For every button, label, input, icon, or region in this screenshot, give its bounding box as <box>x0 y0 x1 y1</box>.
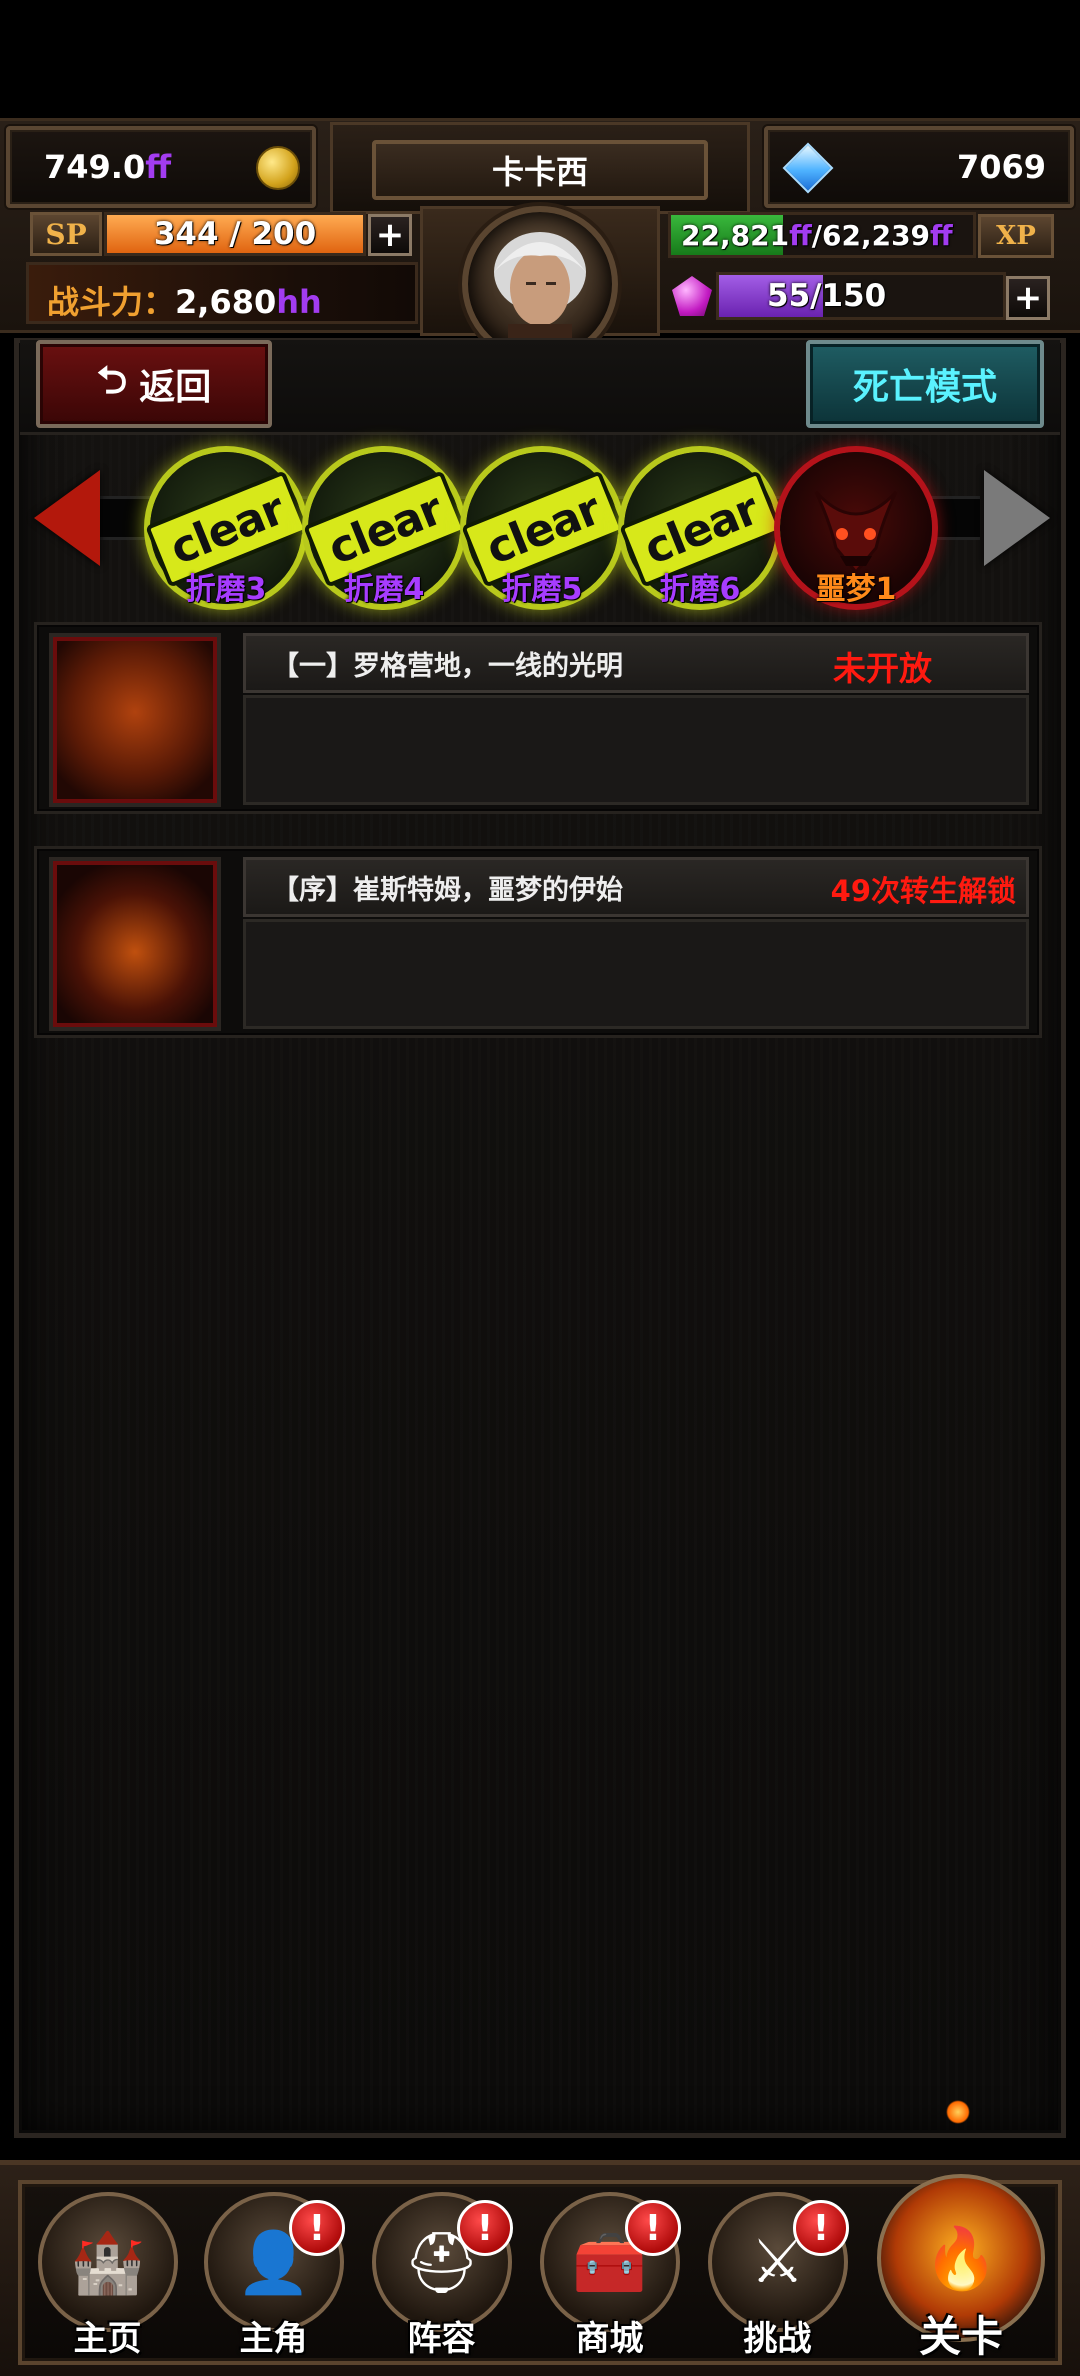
nav-item-5[interactable]: ⚔! 挑战 <box>700 2186 855 2366</box>
back-arrow-icon: ⮌ <box>96 357 128 402</box>
gem-bar: 55/150 <box>716 272 1006 320</box>
alert-badge-icon: ! <box>625 2200 681 2256</box>
chapter-1-title-bar: 【一】罗格营地，一线的光明 未开放 <box>243 633 1029 693</box>
stage-label: 折磨6 <box>659 572 741 607</box>
xp-tag-label: XP <box>996 221 1036 251</box>
list-item-chapter-2[interactable]: 【序】崔斯特姆，噩梦的伊始 49次转生解锁 <box>34 846 1042 1038</box>
diamond-value: 7069 <box>956 148 1046 186</box>
sp-plus-button[interactable]: + <box>368 214 412 256</box>
alert-badge-icon: ! <box>457 2200 513 2256</box>
player-name[interactable]: 卡卡西 <box>372 140 708 200</box>
alert-badge-icon: ! <box>793 2200 849 2256</box>
stage-label: 折磨4 <box>343 572 425 607</box>
gem-plus-button[interactable]: + <box>1006 276 1050 320</box>
alert-badge-icon: ! <box>289 2200 345 2256</box>
nav-label: 阵容 <box>407 2319 476 2359</box>
plus-glyph: + <box>1013 278 1043 318</box>
xp-current: 22,821 <box>681 218 790 252</box>
nav-item-3[interactable]: ⛑! 阵容 <box>364 2186 519 2366</box>
back-button[interactable]: ⮌ 返回 <box>36 340 272 428</box>
stage-node-3[interactable]: clear 折磨5 <box>461 442 625 612</box>
chapter-1-title: 【一】罗格营地，一线的光明 <box>272 650 623 682</box>
sp-tag-label: SP <box>45 217 87 251</box>
stage-label: 折磨5 <box>501 572 583 607</box>
stage-label: 噩梦1 <box>815 572 897 607</box>
back-label: 返回 <box>139 367 212 408</box>
gold-value: 749.0 <box>44 148 146 186</box>
nav-label: 商城 <box>575 2319 644 2359</box>
chapter-2-thumbnail <box>53 861 217 1027</box>
diamond-panel[interactable]: 7069 <box>764 126 1074 208</box>
gold-coin-icon <box>256 146 300 190</box>
power-value: 2,680 <box>175 283 277 321</box>
death-mode-button[interactable]: 死亡模式 <box>806 340 1044 428</box>
nav-label: 主角 <box>239 2319 308 2359</box>
stage-node-1[interactable]: clear 折磨3 <box>145 442 309 612</box>
nav-item-2[interactable]: 👤! 主角 <box>196 2186 351 2366</box>
chapter-1-thumbnail <box>53 637 217 803</box>
chapter-1-body <box>243 695 1029 805</box>
nav-item-1[interactable]: 🏰 主页 <box>30 2186 185 2366</box>
xp-max: 62,239 <box>821 218 931 252</box>
nav-label: 主页 <box>73 2319 142 2359</box>
power-label: 战斗力： <box>47 283 176 321</box>
xp-tag: XP <box>978 214 1054 258</box>
chapter-1-status: 未开放 <box>833 649 932 688</box>
stage-label: 折磨3 <box>185 572 267 607</box>
xp-max-suffix: ff <box>930 218 953 252</box>
ember-decoration-icon <box>946 2100 970 2124</box>
sp-bar: 344 / 200 <box>104 212 366 256</box>
diamond-icon <box>782 142 834 194</box>
chapter-2-title: 【序】崔斯特姆，噩梦的伊始 <box>272 874 623 906</box>
gem-text: 55/150 <box>767 278 887 314</box>
nav-label: 关卡 <box>918 2312 1003 2361</box>
xp-current-suffix: ff <box>789 218 812 252</box>
nav-item-6[interactable]: 🔥 关卡 <box>868 2164 1054 2370</box>
stage-node-4[interactable]: clear 折磨6 <box>619 442 783 612</box>
chapter-2-body <box>243 919 1029 1029</box>
gold-panel[interactable]: 749.0ff <box>6 126 316 208</box>
stage-node-2[interactable]: clear 折磨4 <box>303 442 467 612</box>
sp-text: 344 / 200 <box>153 216 317 252</box>
hero-portrait-icon <box>494 232 586 356</box>
sp-tag: SP <box>30 212 102 256</box>
xp-bar: 22,821 ff/62,239 ff <box>668 212 976 258</box>
power-row: 战斗力：2,680hh <box>26 262 418 324</box>
xp-separator: / <box>811 218 822 252</box>
stage-prev-arrow-icon[interactable] <box>34 470 100 566</box>
nav-label: 挑战 <box>743 2319 812 2359</box>
stage-next-arrow-icon[interactable] <box>984 470 1050 566</box>
player-name-text: 卡卡西 <box>491 153 588 191</box>
chapter-2-status: 49次转生解锁 <box>830 874 1016 908</box>
stage-node-5[interactable]: 噩梦1 <box>776 442 936 612</box>
list-item-chapter-1[interactable]: 【一】罗格营地，一线的光明 未开放 <box>34 622 1042 814</box>
nav-item-4[interactable]: 🧰! 商城 <box>532 2186 687 2366</box>
death-mode-label: 死亡模式 <box>852 367 997 408</box>
power-suffix: hh <box>276 283 322 321</box>
chapter-2-title-bar: 【序】崔斯特姆，噩梦的伊始 49次转生解锁 <box>243 857 1029 917</box>
plus-glyph: + <box>375 215 405 255</box>
gold-suffix: ff <box>145 148 172 186</box>
